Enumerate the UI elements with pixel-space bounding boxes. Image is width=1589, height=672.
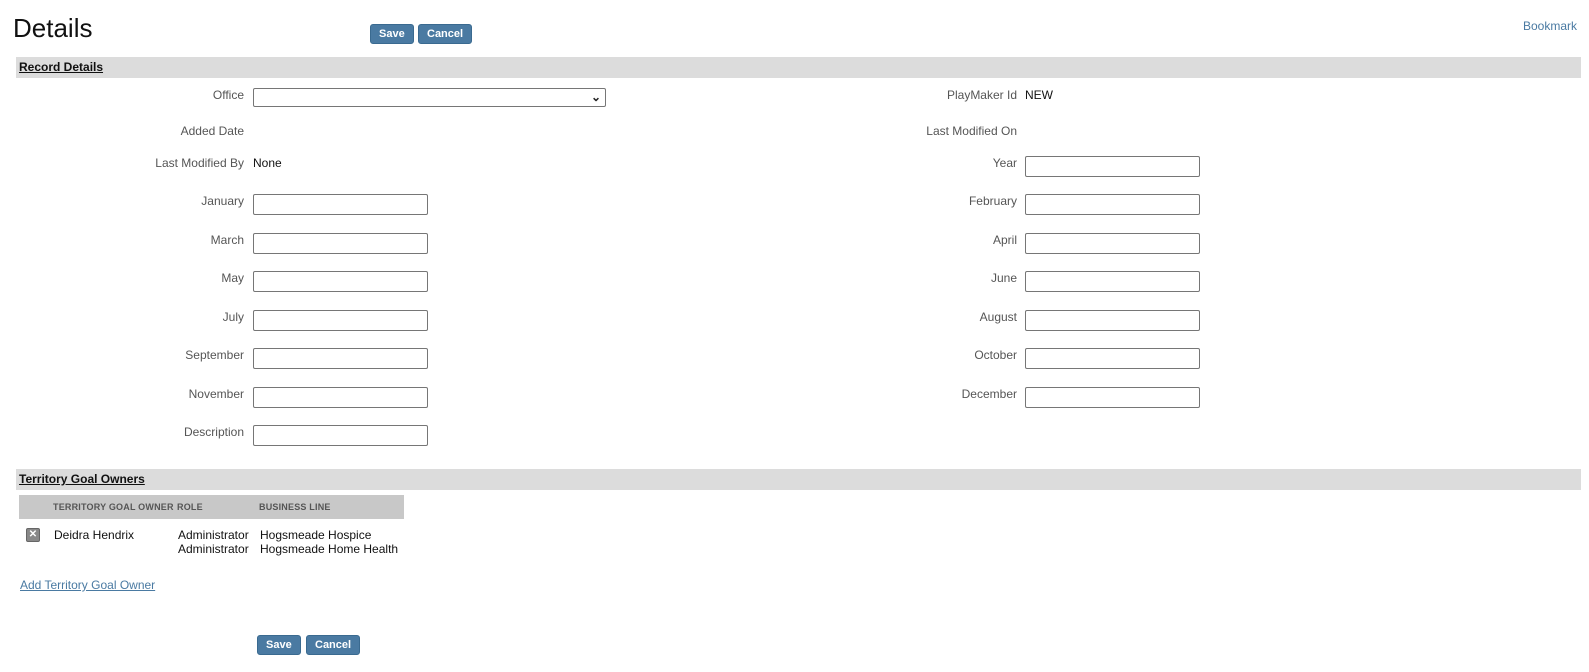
owner-role-1: Administrator: [178, 528, 249, 542]
july-input[interactable]: [253, 310, 428, 331]
year-input[interactable]: [1025, 156, 1200, 177]
save-button[interactable]: Save: [370, 24, 414, 44]
delete-icon[interactable]: ✕: [26, 528, 40, 542]
june-label: June: [990, 271, 1017, 285]
october-label: October: [974, 348, 1017, 362]
playmaker-id-value: NEW: [1025, 88, 1053, 102]
november-label: November: [188, 387, 244, 401]
last-modified-on-label: Last Modified On: [926, 124, 1017, 138]
november-input[interactable]: [253, 387, 428, 408]
march-input[interactable]: [253, 233, 428, 254]
bookmark-link[interactable]: Bookmark: [1523, 19, 1577, 33]
june-input[interactable]: [1025, 271, 1200, 292]
description-label: Description: [183, 425, 244, 439]
december-input[interactable]: [1025, 387, 1200, 408]
owner-business-line-1: Hogsmeade Hospice: [260, 528, 372, 542]
owners-table-header: TERRITORY GOAL OWNER ROLE BUSINESS LINE: [19, 495, 404, 519]
page-title: Details: [13, 13, 93, 43]
april-label: April: [992, 233, 1017, 247]
add-territory-goal-owner-link[interactable]: Add Territory Goal Owner: [20, 578, 155, 592]
record-details-title[interactable]: Record Details: [19, 60, 103, 74]
february-input[interactable]: [1025, 194, 1200, 215]
year-label: Year: [992, 156, 1017, 170]
august-input[interactable]: [1025, 310, 1200, 331]
last-modified-by-label: Last Modified By: [155, 156, 244, 170]
last-modified-by-value: None: [253, 156, 282, 170]
footer-cancel-button[interactable]: Cancel: [306, 635, 361, 655]
september-label: September: [185, 348, 244, 362]
added-date-label: Added Date: [180, 124, 244, 138]
column-header-business-line: BUSINESS LINE: [259, 502, 331, 512]
owner-name: Deidra Hendrix: [54, 528, 135, 542]
chevron-down-icon: ⌄: [590, 90, 601, 104]
description-input[interactable]: [253, 425, 428, 446]
record-details-section-header[interactable]: Record Details: [16, 57, 1581, 78]
territory-goal-owners-section-header[interactable]: Territory Goal Owners: [16, 469, 1581, 490]
january-label: January: [201, 194, 244, 208]
cancel-button[interactable]: Cancel: [418, 24, 473, 44]
may-label: May: [221, 271, 244, 285]
december-label: December: [961, 387, 1017, 401]
office-label: Office: [212, 88, 244, 102]
playmaker-id-label: PlayMaker Id: [946, 88, 1017, 102]
july-label: July: [222, 310, 244, 324]
owner-role-2: Administrator: [178, 542, 249, 556]
january-input[interactable]: [253, 194, 428, 215]
march-label: March: [210, 233, 244, 247]
october-input[interactable]: [1025, 348, 1200, 369]
september-input[interactable]: [253, 348, 428, 369]
may-input[interactable]: [253, 271, 428, 292]
footer-save-button[interactable]: Save: [257, 635, 301, 655]
territory-goal-owners-title[interactable]: Territory Goal Owners: [19, 472, 145, 486]
april-input[interactable]: [1025, 233, 1200, 254]
owner-business-line-2: Hogsmeade Home Health: [260, 542, 399, 556]
column-header-role: ROLE: [177, 502, 203, 512]
column-header-owner: TERRITORY GOAL OWNER: [53, 502, 174, 512]
february-label: February: [968, 194, 1017, 208]
august-label: August: [979, 310, 1017, 324]
office-select[interactable]: ⌄: [253, 88, 606, 107]
